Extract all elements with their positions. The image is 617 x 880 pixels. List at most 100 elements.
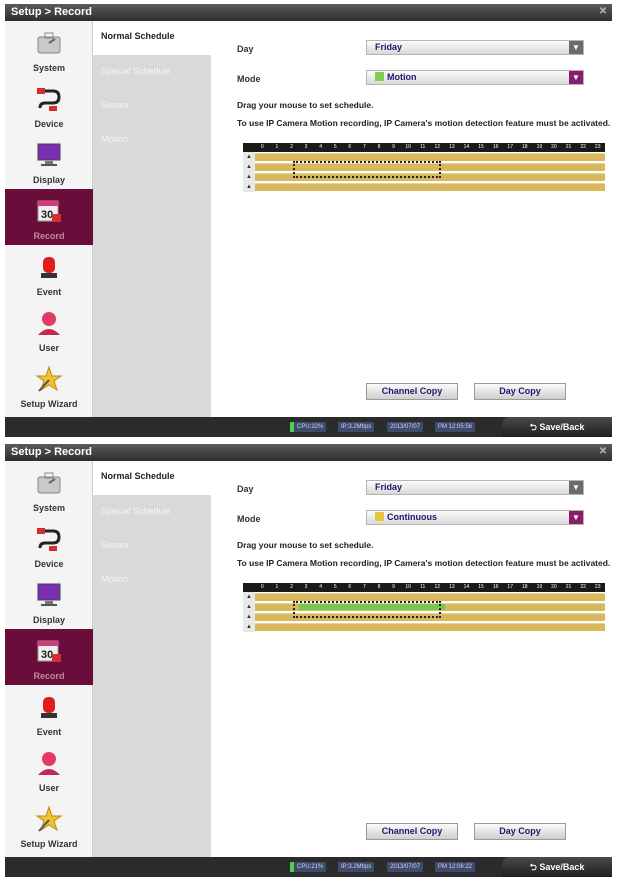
page-title: Setup > Record: [11, 6, 92, 18]
hour-label: 2: [290, 584, 293, 590]
mode-select[interactable]: Continuous ▼: [366, 510, 584, 525]
hour-label: 0: [260, 144, 264, 150]
hour-label: 14: [463, 584, 470, 590]
day-select[interactable]: Friday ▼: [366, 40, 584, 55]
record-setup-panel-motion: Setup > Record ✕ System Device Display 3…: [5, 4, 612, 437]
schedule-bar[interactable]: [255, 153, 605, 161]
record-setup-panel-continuous: Setup > Record ✕ System Device Display 3…: [5, 444, 612, 877]
submenu: Normal Schedule Special Schedule Sensor …: [93, 461, 211, 857]
wizard-star-icon: [35, 805, 63, 832]
sidebar-item-label: System: [32, 503, 66, 513]
save-back-label: Save/Back: [539, 862, 585, 872]
display-icon: [37, 143, 61, 166]
hour-label: 1: [275, 584, 279, 590]
day-copy-button[interactable]: Day Copy: [474, 383, 566, 400]
sidebar-item-record[interactable]: 30 Record: [5, 189, 93, 245]
submenu-sensor[interactable]: Sensor: [93, 89, 211, 123]
sidebar-item-label: Event: [36, 727, 62, 737]
close-icon[interactable]: ✕: [598, 447, 608, 457]
sidebar-item-display[interactable]: Display: [5, 573, 93, 629]
channel-row[interactable]: ▲: [243, 622, 605, 632]
hour-label: 3: [304, 584, 308, 590]
status-bar: CPU:32% IP:3.2Mbps 2013/07/07 PM 12:05:5…: [5, 417, 612, 437]
schedule-bar[interactable]: [255, 593, 605, 601]
sidebar-item-label: Record: [33, 231, 65, 241]
sidebar-item-user[interactable]: User: [5, 741, 93, 797]
hour-label: 23: [594, 584, 601, 590]
event-alarm-icon: [41, 257, 57, 278]
hour-label: 5: [333, 584, 337, 590]
hour-header: 0 1 2 3 4 5 6 7 8 9 10 11 12 13 14 15 16 17 18 19 20 21 22 23: [243, 583, 605, 592]
day-value: Friday: [375, 482, 403, 492]
save-back-button[interactable]: ⮌ Save/Back: [502, 857, 612, 877]
sidebar-item-event[interactable]: Event: [5, 245, 93, 301]
hour-label: 1: [275, 144, 279, 150]
camera-icon: ▲: [243, 622, 255, 632]
hour-label: 19: [536, 144, 543, 150]
hint-ip-camera: To use IP Camera Motion recording, IP Ca…: [237, 558, 611, 568]
system-icon: [37, 472, 61, 494]
camera-icon: ▲: [243, 182, 255, 192]
close-icon[interactable]: ✕: [598, 7, 608, 17]
sidebar-item-label: Event: [36, 287, 62, 297]
save-back-button[interactable]: ⮌ Save/Back: [502, 417, 612, 437]
channel-copy-button[interactable]: Channel Copy: [366, 383, 458, 400]
schedule-grid[interactable]: 0 1 2 3 4 5 6 7 8 9 10 11 12 13 14 15 16 17 18 19 20 21 22 23 ▲…: [243, 583, 605, 639]
hour-label: 14: [463, 144, 470, 150]
day-copy-button[interactable]: Day Copy: [474, 823, 566, 840]
sidebar-item-device[interactable]: Device: [5, 77, 93, 133]
sidebar-item-label: Display: [32, 615, 65, 625]
sidebar-item-device[interactable]: Device: [5, 517, 93, 573]
hour-label: 11: [420, 584, 426, 590]
channel-copy-button[interactable]: Channel Copy: [366, 823, 458, 840]
hour-label: 17: [507, 144, 513, 150]
day-select[interactable]: Friday ▼: [366, 480, 584, 495]
mode-select[interactable]: Motion ▼: [366, 70, 584, 85]
sidebar-item-setup-wizard[interactable]: Setup Wizard: [5, 357, 93, 413]
submenu-sensor[interactable]: Sensor: [93, 529, 211, 563]
sidebar-item-setup-wizard[interactable]: Setup Wizard: [5, 797, 93, 853]
time-status: PM 12:06:22: [435, 862, 476, 872]
hour-label: 16: [492, 144, 499, 150]
hour-label: 7: [362, 144, 366, 150]
submenu-motion[interactable]: Motion: [93, 563, 211, 597]
hint-drag: Drag your mouse to set schedule.: [237, 100, 374, 110]
sidebar-item-display[interactable]: Display: [5, 133, 93, 189]
hour-label: 19: [536, 584, 543, 590]
hour-label: 10: [405, 144, 411, 150]
submenu: Normal Schedule Special Schedule Sensor …: [93, 21, 211, 417]
camera-icon: ▲: [243, 592, 255, 602]
schedule-bar[interactable]: [255, 183, 605, 191]
schedule-bar[interactable]: [255, 623, 605, 631]
submenu-normal-schedule[interactable]: Normal Schedule: [93, 461, 211, 495]
submenu-normal-schedule[interactable]: Normal Schedule: [93, 21, 211, 55]
submenu-motion[interactable]: Motion: [93, 123, 211, 157]
system-icon: [37, 32, 61, 54]
hint-drag: Drag your mouse to set schedule.: [237, 540, 374, 550]
sidebar-item-system[interactable]: System: [5, 461, 93, 517]
sidebar-item-record[interactable]: 30 Record: [5, 629, 93, 685]
sidebar-item-system[interactable]: System: [5, 21, 93, 77]
sidebar-item-label: User: [38, 343, 59, 353]
hour-label: 10: [405, 584, 411, 590]
submenu-special-schedule[interactable]: Special Schedule: [93, 495, 211, 529]
hour-label: 11: [420, 144, 426, 150]
mode-label: Mode: [237, 514, 261, 524]
camera-icon: ▲: [243, 152, 255, 162]
mode-label: Mode: [237, 74, 261, 84]
hour-header: 0 1 2 3 4 5 6 7 8 9 10 11 12 13 14 15 16 17 18 19 20 21 22 23: [243, 143, 605, 152]
sidebar-item-event[interactable]: Event: [5, 685, 93, 741]
sidebar-item-user[interactable]: User: [5, 301, 93, 357]
hour-label: 4: [319, 144, 323, 150]
save-back-label: Save/Back: [539, 422, 585, 432]
camera-icon: ▲: [243, 172, 255, 182]
hour-label: 16: [492, 584, 499, 590]
hour-label: 15: [478, 144, 484, 150]
submenu-special-schedule[interactable]: Special Schedule: [93, 55, 211, 89]
title-bar: Setup > Record ✕: [5, 444, 612, 461]
sidebar: System Device Display 30 Record Event Us…: [5, 461, 93, 857]
schedule-grid[interactable]: 0 1 2 3 4 5 6 7 8 9 10 11 12 13 14 15 16 17 18 19 20 21 22 23 ▲…: [243, 143, 605, 199]
hour-label: 15: [478, 584, 484, 590]
sidebar-item-label: Device: [34, 559, 64, 569]
channel-row[interactable]: ▲: [243, 182, 605, 192]
